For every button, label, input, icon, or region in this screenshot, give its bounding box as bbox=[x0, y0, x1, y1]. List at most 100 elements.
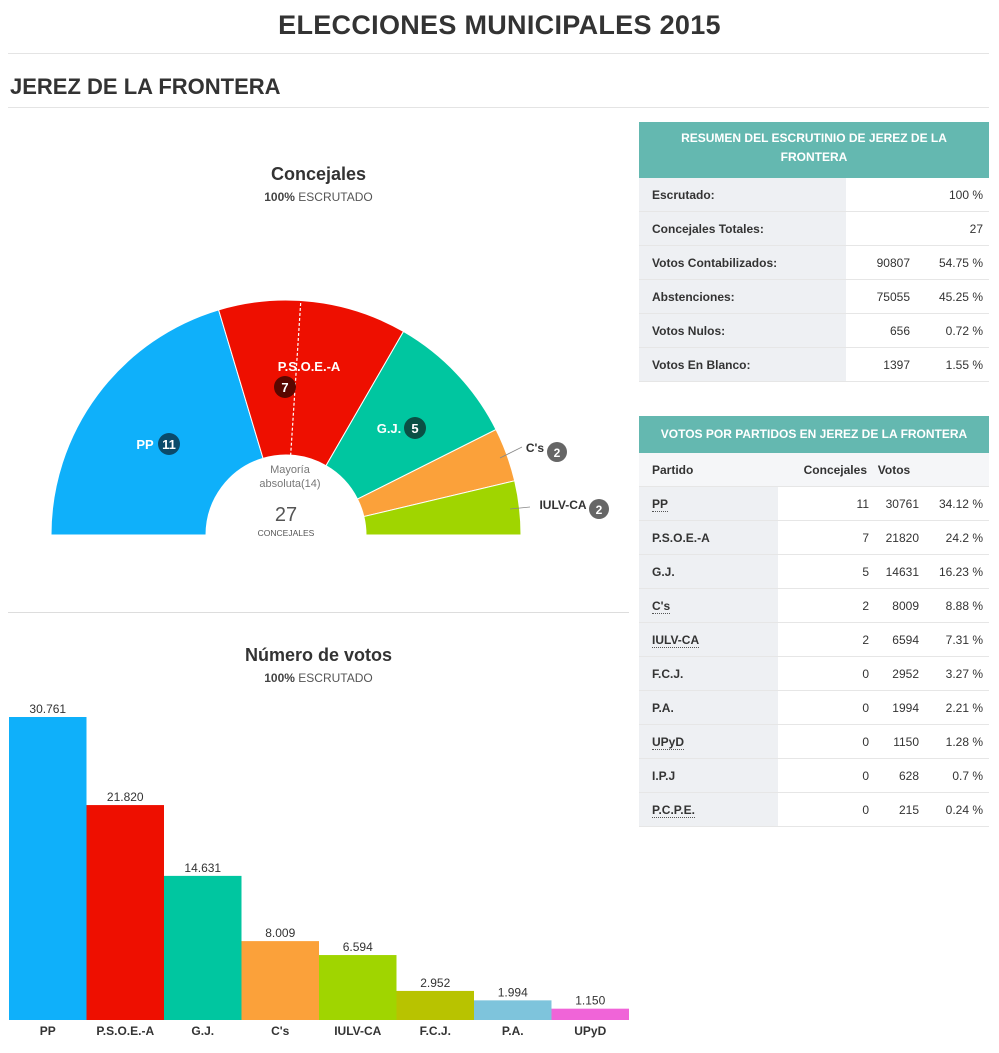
vote-value-label-p-s-o-e-a: 21.820 bbox=[107, 790, 144, 804]
section-divider bbox=[8, 612, 629, 613]
party-seats: 0 bbox=[778, 690, 869, 725]
summary-row: Concejales Totales: 27 bbox=[639, 211, 989, 246]
party-seats: 5 bbox=[778, 554, 869, 589]
vote-bar-c-s[interactable] bbox=[241, 941, 320, 1020]
total-seats-number: 27 bbox=[275, 504, 297, 526]
votes-column-header: Votos bbox=[869, 453, 919, 487]
vote-bar-pp[interactable] bbox=[9, 717, 87, 1020]
summary-percent: 27 bbox=[910, 211, 989, 246]
party-votes: 628 bbox=[869, 758, 919, 793]
psoe-seat-label: P.S.O.E.-A bbox=[278, 359, 341, 374]
summary-label: Escrutado: bbox=[639, 178, 846, 212]
party-row: P.C.P.E. 0 215 0.24 % bbox=[639, 792, 989, 827]
iulv-seat-label: IULV-CA bbox=[539, 498, 586, 512]
vote-bar-f-c-j[interactable] bbox=[396, 990, 475, 1020]
party-column-header: Partido bbox=[639, 453, 778, 487]
party-name-p-s-o-e-a: P.S.O.E.-A bbox=[652, 530, 710, 545]
party-votes-table: VOTOS POR PARTIDOS EN JEREZ DE LA FRONTE… bbox=[639, 416, 989, 827]
vote-value-label-p-a: 1.994 bbox=[498, 985, 528, 999]
vote-bar-p-a[interactable] bbox=[474, 1000, 552, 1020]
summary-value bbox=[846, 211, 910, 246]
party-table-header-row: Partido Concejales Votos bbox=[639, 453, 989, 487]
party-votes: 2952 bbox=[869, 656, 919, 691]
party-name-g-j: G.J. bbox=[652, 564, 675, 579]
party-votes: 6594 bbox=[869, 622, 919, 657]
seats-scrutiny-value: 100% bbox=[264, 190, 295, 204]
majority-label-line1: Mayoría bbox=[270, 464, 311, 476]
summary-percent: 0.72 % bbox=[910, 313, 989, 348]
party-percent: 0.7 % bbox=[919, 758, 989, 793]
party-name-p-a: P.A. bbox=[652, 700, 674, 715]
iulv-seat-count: 2 bbox=[596, 503, 603, 517]
vote-bar-g-j[interactable] bbox=[164, 875, 242, 1020]
party-name-cell: F.C.J. bbox=[639, 656, 778, 691]
party-name-c-s[interactable]: C's bbox=[652, 598, 671, 614]
party-name-p-c-p-e[interactable]: P.C.P.E. bbox=[652, 802, 695, 818]
gj-seat-label: G.J. bbox=[377, 421, 402, 436]
party-name-upyd[interactable]: UPyD bbox=[652, 734, 685, 750]
party-name-cell: IULV-CA bbox=[639, 622, 778, 657]
majority-label-line2: absoluta(14) bbox=[259, 478, 320, 490]
vote-category-label-c-s: C's bbox=[271, 1024, 290, 1038]
votes-chart-header: Número de votos 100% ESCRUTADO bbox=[8, 645, 629, 685]
summary-value bbox=[846, 178, 910, 212]
vote-bar-p-s-o-e-a[interactable] bbox=[86, 805, 165, 1020]
cs-seat-count: 2 bbox=[554, 446, 561, 460]
vote-category-label-p-s-o-e-a: P.S.O.E.-A bbox=[96, 1024, 154, 1038]
party-percent: 2.21 % bbox=[919, 690, 989, 725]
party-seats: 2 bbox=[778, 588, 869, 623]
vote-bar-upyd[interactable] bbox=[551, 1008, 630, 1020]
party-name-cell: P.A. bbox=[639, 690, 778, 725]
party-seats: 0 bbox=[778, 758, 869, 793]
summary-percent: 45.25 % bbox=[910, 279, 989, 314]
gj-seat-count: 5 bbox=[411, 421, 418, 436]
party-seats: 7 bbox=[778, 520, 869, 555]
cs-seat-label: C's bbox=[526, 441, 545, 455]
vote-value-label-upyd: 1.150 bbox=[575, 994, 605, 1008]
summary-label: Votos En Blanco: bbox=[639, 347, 846, 382]
party-percent: 3.27 % bbox=[919, 656, 989, 691]
seats-scrutiny: 100% ESCRUTADO bbox=[8, 190, 629, 204]
party-name-pp[interactable]: PP bbox=[652, 496, 669, 512]
votes-chart-title: Número de votos bbox=[244, 645, 393, 665]
summary-label: Votos Contabilizados: bbox=[639, 245, 846, 280]
party-votes: 8009 bbox=[869, 588, 919, 623]
party-votes: 1150 bbox=[869, 724, 919, 759]
party-percent: 16.23 % bbox=[919, 554, 989, 589]
municipality-divider bbox=[8, 107, 989, 108]
party-name-cell: P.S.O.E.-A bbox=[639, 520, 778, 555]
seats-chart-title: Concejales bbox=[270, 164, 367, 184]
seats-chart: Mayoría absoluta(14) 27 CONCEJALES PP 11… bbox=[50, 297, 609, 538]
party-name-cell: PP bbox=[639, 486, 778, 521]
vote-bar-iulv-ca[interactable] bbox=[319, 955, 397, 1020]
votes-bar-chart: 30.761 PP 21.820 P.S.O.E.-A 14.631 G.J. 8.009 C… bbox=[9, 702, 630, 1038]
party-seats: 11 bbox=[778, 486, 869, 521]
summary-row: Votos En Blanco: 1397 1.55 % bbox=[639, 347, 989, 382]
party-seats: 0 bbox=[778, 656, 869, 691]
party-name-cell: C's bbox=[639, 588, 778, 623]
party-seats: 0 bbox=[778, 724, 869, 759]
party-row: F.C.J. 0 2952 3.27 % bbox=[639, 656, 989, 691]
summary-row: Abstenciones: 75055 45.25 % bbox=[639, 279, 989, 314]
seats-column-header: Concejales bbox=[778, 453, 869, 487]
party-votes: 215 bbox=[869, 792, 919, 827]
party-row: C's 2 8009 8.88 % bbox=[639, 588, 989, 623]
vote-value-label-g-j: 14.631 bbox=[184, 861, 221, 875]
seats-scrutiny-label: ESCRUTADO bbox=[298, 190, 373, 204]
party-row: IULV-CA 2 6594 7.31 % bbox=[639, 622, 989, 657]
seats-chart-header: Concejales 100% ESCRUTADO bbox=[8, 164, 629, 204]
psoe-seat-count: 7 bbox=[281, 380, 288, 395]
vote-category-label-upyd: UPyD bbox=[574, 1024, 606, 1038]
party-percent: 7.31 % bbox=[919, 622, 989, 657]
pp-seat-count: 11 bbox=[162, 437, 176, 452]
summary-percent: 54.75 % bbox=[910, 245, 989, 280]
party-table-title: VOTOS POR PARTIDOS EN JEREZ DE LA FRONTE… bbox=[639, 416, 989, 453]
summary-table-title: RESUMEN DEL ESCRUTINIO DE JEREZ DE LA FR… bbox=[639, 122, 989, 178]
vote-category-label-iulv-ca: IULV-CA bbox=[334, 1024, 381, 1038]
party-name-iulv-ca[interactable]: IULV-CA bbox=[652, 632, 700, 648]
party-seats: 0 bbox=[778, 792, 869, 827]
pct-column-header bbox=[919, 453, 989, 487]
party-row: G.J. 5 14631 16.23 % bbox=[639, 554, 989, 589]
party-name-cell: P.C.P.E. bbox=[639, 792, 778, 827]
summary-percent: 100 % bbox=[910, 178, 989, 212]
